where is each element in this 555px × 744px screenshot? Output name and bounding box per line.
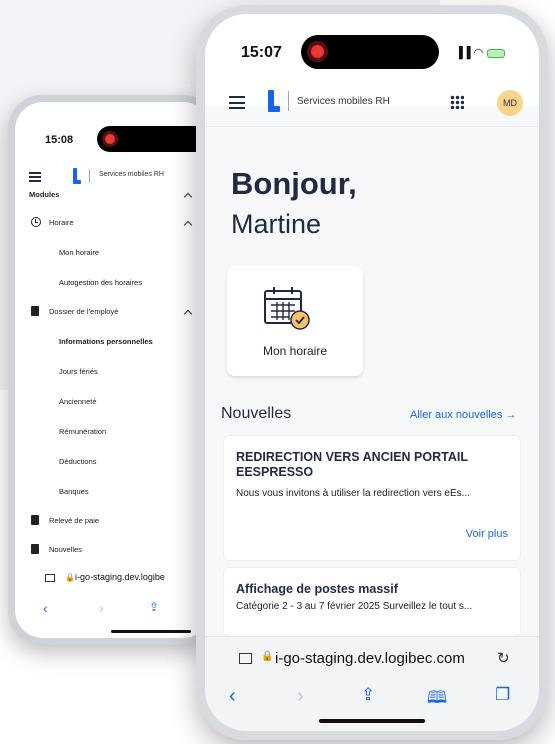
document-icon <box>31 515 39 525</box>
nav-infos-perso[interactable]: Informations personnelles <box>59 337 153 346</box>
tabs-icon[interactable]: ❐ <box>495 685 510 705</box>
recording-dot-icon <box>311 45 324 58</box>
page-menu-icon[interactable] <box>45 574 55 582</box>
back-icon[interactable]: ‹ <box>229 685 236 708</box>
url-text: i-go-staging.dev.logibe <box>75 572 165 582</box>
app-header: Services mobiles RH <box>29 168 211 188</box>
url-text: i-go-staging.dev.logibec.com <box>275 650 465 667</box>
header-divider <box>288 91 289 111</box>
news-excerpt: Catégorie 2 - 3 au 7 février 2025 Survei… <box>236 601 473 612</box>
nav-modules-label: Modules <box>29 190 60 199</box>
user-name: Martine <box>231 209 322 239</box>
nav-remuneration[interactable]: Rémunération <box>59 427 106 436</box>
all-news-link[interactable]: Aller aux nouvelles → <box>410 409 516 421</box>
share-icon[interactable]: ⇪ <box>361 685 375 705</box>
nav-nouvelles[interactable]: Nouvelles <box>49 545 82 554</box>
avatar[interactable]: MD <box>497 90 523 116</box>
greeting: Bonjour, <box>231 166 357 201</box>
browser-bottom-bar: 🔒 i-go-staging.dev.logibec.com ↻ ‹ › ⇪ 🕮… <box>205 636 539 731</box>
reload-icon[interactable]: ↻ <box>497 649 510 667</box>
news-card[interactable]: REDIRECTION VERS ANCIEN PORTAIL EESPRESS… <box>223 435 521 561</box>
clock-icon <box>31 217 41 227</box>
nav-deductions[interactable]: Déductions <box>59 457 97 466</box>
nav-mon-horaire[interactable]: Mon horaire <box>59 248 99 257</box>
back-phone-screen: 15:08 Services mobiles RH Modules Horair… <box>15 102 211 638</box>
dynamic-island <box>301 35 439 69</box>
apps-grid-icon[interactable] <box>450 95 464 109</box>
nav-banques[interactable]: Banques <box>59 487 89 496</box>
tile-label: Mon horaire <box>262 344 328 358</box>
home-indicator <box>319 719 425 723</box>
address-bar[interactable]: 🔒 i-go-staging.dev.logibec.com ↻ <box>225 645 519 673</box>
recording-dot-icon <box>105 134 115 144</box>
front-phone-screen: 15:07 ▐▐ ◠ Services mobiles RH MD Bonjou… <box>205 14 539 731</box>
forward-icon[interactable]: › <box>297 685 304 708</box>
status-icons: ▐▐ ◠ <box>455 46 506 59</box>
app-title: Services mobiles RH <box>297 96 390 107</box>
nav-autogestion[interactable]: Autogestion des horaires <box>59 278 142 287</box>
mon-horaire-tile[interactable]: Mon horaire <box>227 266 363 376</box>
news-title: Affichage de postes massif <box>236 582 398 596</box>
news-heading: Nouvelles <box>221 405 292 422</box>
nav-dossier[interactable]: Dossier de l'employé <box>49 307 118 316</box>
dynamic-island <box>97 126 211 152</box>
address-bar[interactable]: 🔒 i-go-staging.dev.logibe <box>15 572 211 592</box>
menu-icon[interactable] <box>29 172 41 182</box>
home-indicator <box>111 630 191 633</box>
bookmarks-icon[interactable]: 🕮 <box>427 685 447 714</box>
nav-jours-feries[interactable]: Jours fériés <box>59 367 98 376</box>
front-phone: 15:07 ▐▐ ◠ Services mobiles RH MD Bonjou… <box>196 5 548 740</box>
document-icon <box>31 306 39 316</box>
logo-icon <box>73 168 81 184</box>
chevron-up-icon[interactable] <box>183 192 193 202</box>
chevron-up-icon[interactable] <box>183 220 193 230</box>
news-card[interactable]: Affichage de postes massif Catégorie 2 -… <box>223 567 521 637</box>
status-time: 15:08 <box>45 134 74 146</box>
lock-icon: 🔒 <box>65 573 75 582</box>
news-title: REDIRECTION VERS ANCIEN PORTAIL EESPRESS… <box>236 450 468 479</box>
status-time: 15:07 <box>241 44 282 61</box>
browser-toolbar: ‹ › ⇪ 🕮 ❐ <box>205 685 539 711</box>
browser-toolbar: ‹ › ⇪ □ <box>15 600 211 620</box>
chevron-up-icon[interactable] <box>183 309 193 319</box>
lock-icon: 🔒 <box>261 651 274 662</box>
app-title: Services mobiles RH <box>99 171 164 178</box>
header-divider-line <box>205 126 539 127</box>
forward-icon[interactable]: › <box>99 600 104 616</box>
share-icon[interactable]: ⇪ <box>149 600 159 614</box>
back-icon[interactable]: ‹ <box>43 600 48 616</box>
menu-icon[interactable] <box>229 96 245 109</box>
nav-releve[interactable]: Relevé de paie <box>49 516 99 525</box>
page-menu-icon[interactable] <box>239 653 252 664</box>
calendar-check-icon <box>264 287 310 330</box>
header-divider <box>89 169 90 183</box>
battery-icon <box>487 48 506 58</box>
news-excerpt: Nous vous invitons à utiliser la redirec… <box>236 488 470 499</box>
nav-horaire[interactable]: Horaire <box>49 218 74 227</box>
back-phone: 15:08 Services mobiles RH Modules Horair… <box>8 95 218 645</box>
voir-plus-link[interactable]: Voir plus <box>466 528 508 540</box>
logo-icon <box>268 90 280 112</box>
news-icon <box>31 544 39 554</box>
nav-anciennete[interactable]: Ancienneté <box>59 397 97 406</box>
